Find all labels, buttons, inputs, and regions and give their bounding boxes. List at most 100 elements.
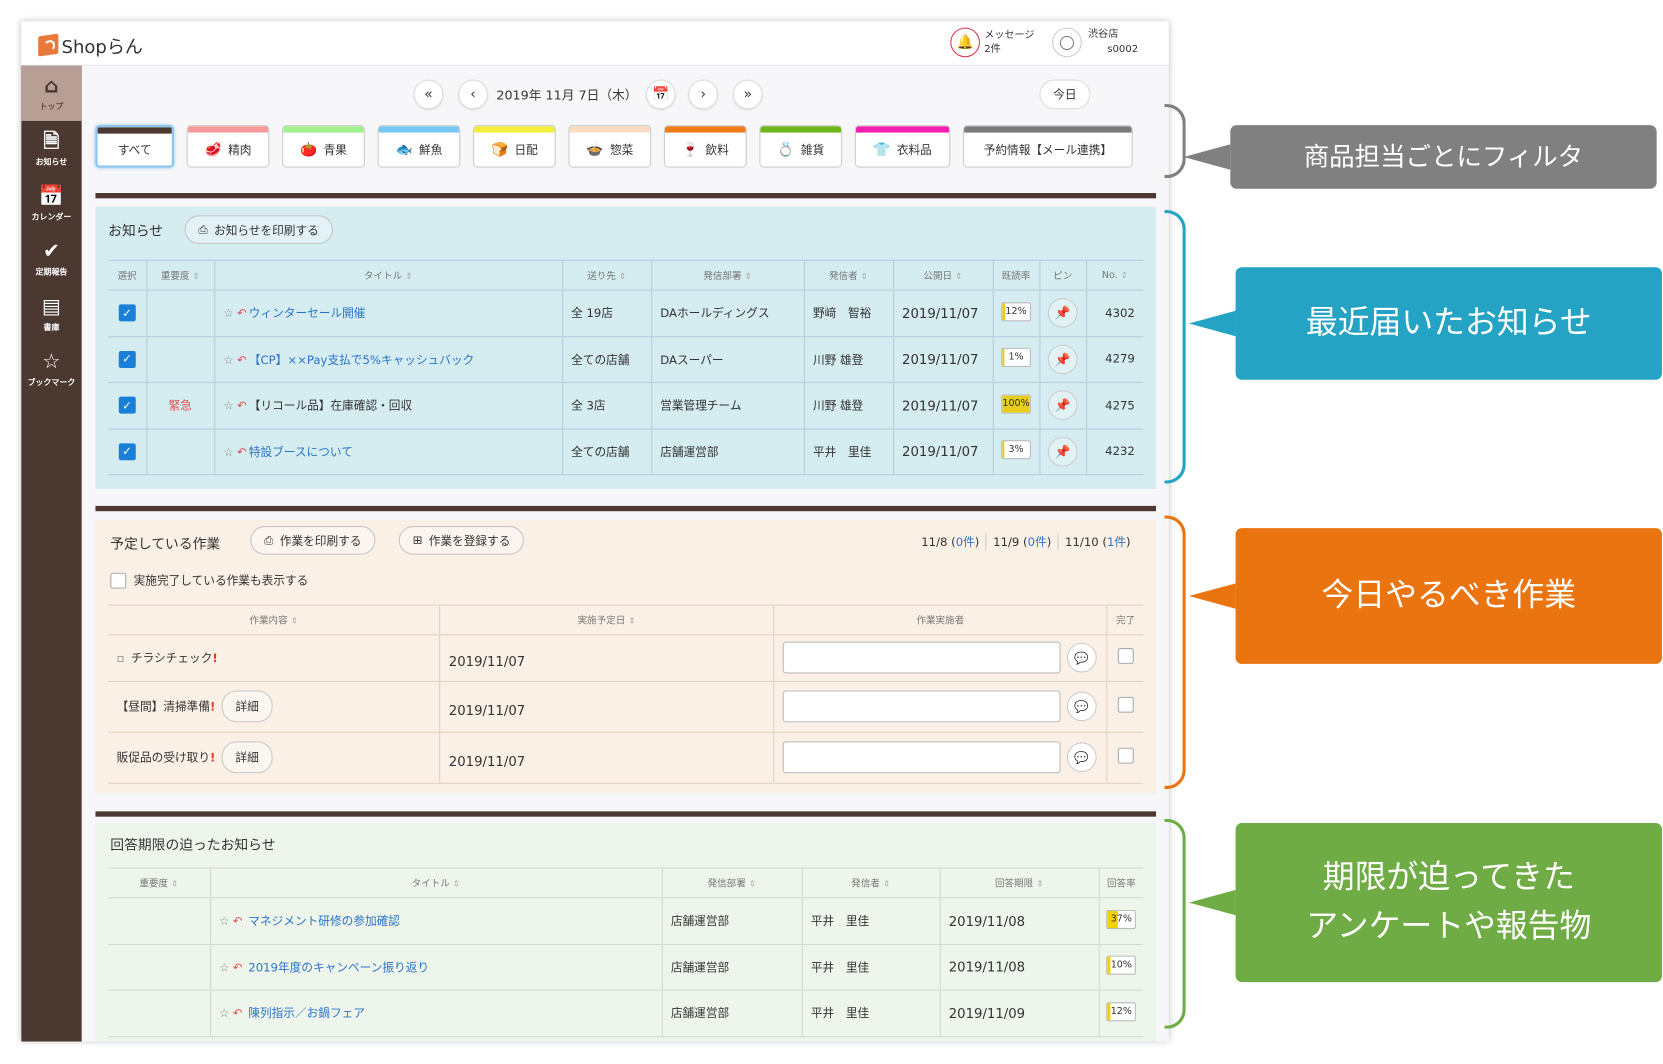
upcoming-day[interactable]: 11/8 (0件) <box>915 533 987 551</box>
sidebar-item-check[interactable]: ✔ 定期報告 <box>21 231 81 286</box>
complete-checkbox[interactable] <box>1117 648 1134 665</box>
sidebar-item-home[interactable]: ⌂ トップ <box>21 65 82 121</box>
complete-checkbox[interactable] <box>1117 696 1134 713</box>
detail-button[interactable]: 詳細 <box>221 690 273 723</box>
deadline-due: 2019/11/09 <box>948 1005 1026 1022</box>
column-header[interactable]: 重要度 ⇕ <box>146 259 215 291</box>
next-day-button[interactable]: › <box>688 79 719 110</box>
callout-text: 今日やるべき作業 <box>1321 576 1577 615</box>
notice-row[interactable]: ✓ ☆ ↶ ウィンターセール開催 全 19店 DAホールディングス 野﨑 智裕 2019/11… <box>108 290 1144 337</box>
filter-tab[interactable]: 👕 衣料品 <box>854 125 951 168</box>
bookmark-star-icon[interactable]: ☆ <box>219 915 229 929</box>
upcoming-day[interactable]: 11/10 (1件) <box>1059 533 1137 550</box>
select-checkbox[interactable]: ✓ <box>118 350 136 368</box>
column-header: 完了 <box>1107 604 1144 636</box>
filter-color-bar <box>569 126 651 133</box>
bookmark-star-icon[interactable]: ☆ <box>223 399 233 413</box>
complete-checkbox[interactable] <box>1117 747 1134 764</box>
filter-tab[interactable]: 🍞 日配 <box>473 125 556 168</box>
filter-tab[interactable]: 🍅 青果 <box>282 125 365 168</box>
notice-title-link[interactable]: 【CP】××Pay支払で5%キャッシュバック <box>249 353 474 367</box>
notice-title-link[interactable]: 特設ブースについて <box>249 445 353 459</box>
column-header[interactable]: 重要度 ⇕ <box>108 867 211 899</box>
column-header[interactable]: 発信者 ⇕ <box>801 867 941 899</box>
reply-required-icon: ↶ <box>236 445 247 459</box>
upcoming-count-link[interactable]: 0件 <box>956 536 975 550</box>
deadline-row[interactable]: ☆ ↶ 2019年度のキャンペーン振り返り 店舗運営部 平井 里佳 2019/11/08… <box>108 943 1144 991</box>
column-header[interactable]: タイトル ⇕ <box>214 259 563 291</box>
print-tasks-button[interactable]: ⎙ 作業を印刷する <box>250 526 376 555</box>
sidebar-item-document[interactable]: 🗎 お知らせ <box>21 121 81 176</box>
user-menu[interactable]: ◯ 渋谷店 s0002 <box>1052 27 1138 58</box>
column-header[interactable]: 送り先 ⇕ <box>562 259 652 291</box>
filter-tab[interactable]: 💍 雑貨 <box>759 125 843 168</box>
bookmark-star-icon[interactable]: ☆ <box>219 1007 229 1021</box>
sidebar-item-star[interactable]: ☆ ブックマーク <box>21 342 81 397</box>
pin-icon[interactable]: 📌 <box>1047 436 1078 467</box>
deadline-row[interactable]: ☆ ↶ マネジメント研修の参加確認 店舗運営部 平井 里佳 2019/11/08 37% <box>108 897 1144 945</box>
comment-icon[interactable]: 💬 <box>1066 691 1097 722</box>
show-done-toggle[interactable]: 実施完了している作業も表示する <box>110 572 308 589</box>
filter-tab[interactable]: 🐟 鮮魚 <box>377 125 461 168</box>
column-header[interactable]: 作業内容 ⇕ <box>108 604 441 636</box>
comment-icon[interactable]: 💬 <box>1066 642 1097 673</box>
bookmark-star-icon[interactable]: ☆ <box>223 445 233 459</box>
filter-tab[interactable]: 🍷 飲料 <box>663 125 747 168</box>
logo[interactable]: Shopらん <box>38 32 143 58</box>
upcoming-count-link[interactable]: 0件 <box>1028 536 1047 550</box>
column-header[interactable]: 発信者 ⇕ <box>803 259 894 291</box>
column-header[interactable]: 発信部署 ⇕ <box>661 867 803 899</box>
deadline-title-link[interactable]: 陳列指示／お鍋フェア <box>248 1007 365 1021</box>
messages-button[interactable]: 🔔 メッセージ 2件 <box>950 27 1034 58</box>
column-header[interactable]: 発信部署 ⇕ <box>651 259 805 291</box>
prev-day-button[interactable]: ‹ <box>458 79 488 110</box>
filter-tab[interactable]: すべて <box>95 125 174 168</box>
assignee-input[interactable] <box>782 741 1061 774</box>
sidebar-item-book[interactable]: ▤ 書庫 <box>21 286 81 341</box>
comment-icon[interactable]: 💬 <box>1066 742 1097 773</box>
notice-title-link[interactable]: ウィンターセール開催 <box>249 307 366 321</box>
deadline-row[interactable]: ☆ ↶ 陳列指示／お鍋フェア 店舗運営部 平井 里佳 2019/11/09 12% <box>108 990 1144 1037</box>
notice-row[interactable]: ✓ ☆ ↶ 【CP】××Pay支払で5%キャッシュバック 全ての店舗 DAスーパー 川野 雄… <box>108 336 1144 383</box>
pin-icon[interactable]: 📌 <box>1047 390 1078 421</box>
print-notices-button[interactable]: ⎙ お知らせを印刷する <box>184 215 333 244</box>
bookmark-star-icon[interactable]: ☆ <box>223 307 233 321</box>
annotation-callout: 期限が迫ってきた アンケートや報告物 <box>1188 823 1662 983</box>
filter-tab[interactable]: 🍲 惣菜 <box>568 125 652 168</box>
prev-week-button[interactable]: « <box>413 79 444 110</box>
reply-required-icon: ↶ <box>232 1006 243 1021</box>
pin-icon[interactable]: 📌 <box>1047 344 1078 375</box>
select-checkbox[interactable]: ✓ <box>118 443 136 461</box>
deadline-title-link[interactable]: 2019年度のキャンペーン振り返り <box>248 961 429 975</box>
notice-title-link[interactable]: 【リコール品】在庫確認・回収 <box>249 399 412 413</box>
column-header[interactable]: 実施予定日 ⇕ <box>439 604 775 636</box>
show-done-checkbox[interactable] <box>110 572 127 589</box>
notice-row[interactable]: ✓ ☆ ↶ 特設ブースについて 全ての店舗 店舗運営部 平井 里佳 2019/11/07 3% 📌… <box>108 428 1144 476</box>
assignee-input[interactable] <box>782 641 1061 674</box>
memo-icon: ▫ <box>116 651 125 666</box>
assignee-input[interactable] <box>782 690 1061 723</box>
column-header[interactable]: タイトル ⇕ <box>209 867 663 899</box>
bookmark-star-icon[interactable]: ☆ <box>219 961 229 975</box>
category-icon: 🐟 <box>395 141 413 158</box>
column-header[interactable]: 公開日 ⇕ <box>893 259 994 291</box>
calendar-picker-button[interactable]: 📅 <box>645 79 676 110</box>
column-header[interactable]: 回答期限 ⇕ <box>939 867 1100 899</box>
column-header[interactable]: No. ⇕ <box>1086 259 1144 291</box>
filter-tab[interactable]: 予約情報【メール連携】 <box>963 125 1133 168</box>
next-week-button[interactable]: » <box>732 79 763 110</box>
notice-row[interactable]: ✓ 緊急 ☆ ↶ 【リコール品】在庫確認・回収 全 3店 営業管理チーム 川野 雄登 2019/… <box>108 382 1144 430</box>
today-button[interactable]: 今日 <box>1039 79 1091 110</box>
deadline-title-link[interactable]: マネジメント研修の参加確認 <box>248 915 400 929</box>
filter-label: 精肉 <box>228 143 252 157</box>
filter-tab[interactable]: 🥩 精肉 <box>186 125 270 168</box>
select-checkbox[interactable]: ✓ <box>118 396 136 414</box>
pin-icon[interactable]: 📌 <box>1047 298 1078 328</box>
upcoming-day[interactable]: 11/9 (0件) <box>987 533 1059 551</box>
detail-button[interactable]: 詳細 <box>221 741 273 774</box>
sidebar-item-calendar[interactable]: 📅 カレンダー <box>21 176 81 231</box>
select-checkbox[interactable]: ✓ <box>118 304 136 322</box>
register-task-button[interactable]: ⊞ 作業を登録する <box>398 526 525 555</box>
bookmark-star-icon[interactable]: ☆ <box>223 353 233 367</box>
upcoming-count-link[interactable]: 1件 <box>1107 536 1126 550</box>
